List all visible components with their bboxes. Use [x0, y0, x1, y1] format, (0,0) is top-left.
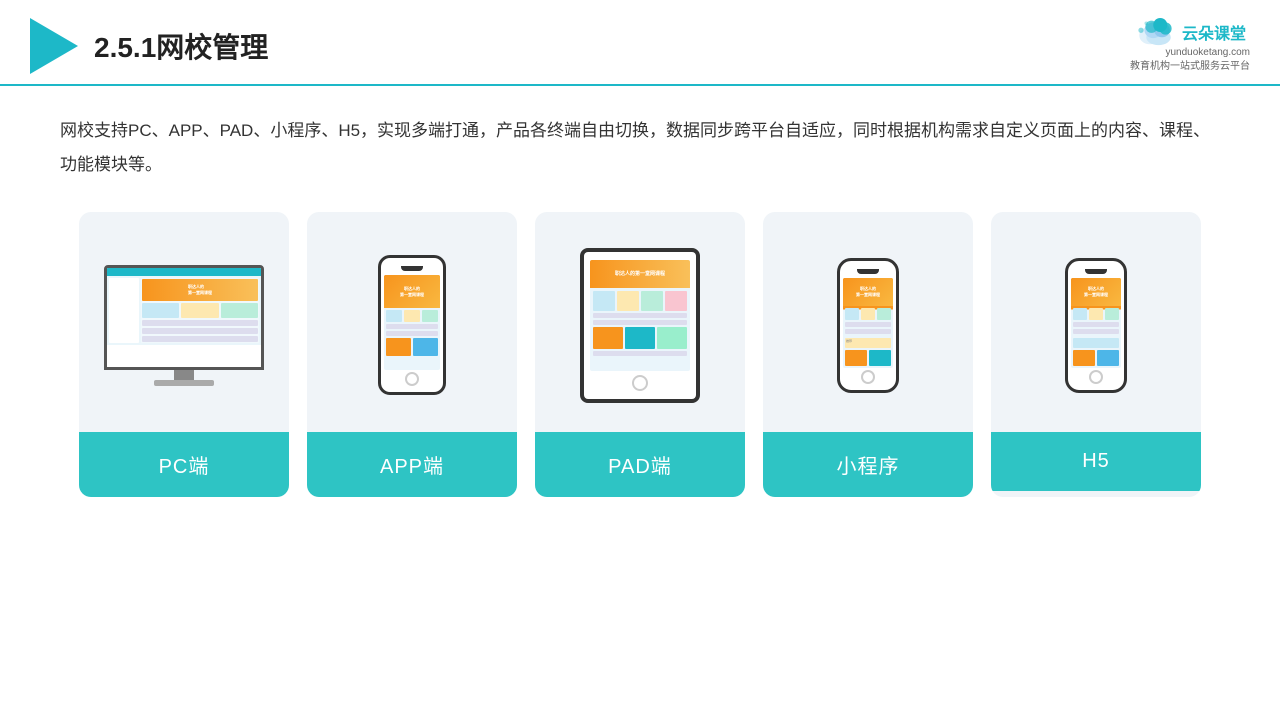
brand-tagline: yunduoketang.com 教育机构一站式服务云平台 — [1130, 46, 1250, 74]
card-miniprogram-image: 职达人的第一堂网课程 推荐 — [763, 212, 973, 432]
card-miniprogram: 职达人的第一堂网课程 推荐 — [763, 212, 973, 497]
card-app: 职达人的第一堂网课程 — [307, 212, 517, 497]
card-app-label: APP端 — [307, 432, 517, 497]
card-h5-image: 职达人的第一堂网课程 — [991, 212, 1201, 432]
logo-triangle-icon — [30, 18, 78, 74]
header: 2.5.1网校管理 云朵课堂 yunduoketang.com 教育机构一站式服… — [0, 0, 1280, 86]
cloud-icon — [1134, 18, 1176, 46]
card-pad-image: 职达人的第一堂网课程 — [535, 212, 745, 432]
card-pad: 职达人的第一堂网课程 — [535, 212, 745, 497]
card-h5: 职达人的第一堂网课程 — [991, 212, 1201, 497]
card-pc: 职达人的第一堂网课程 — [79, 212, 289, 497]
page-title: 2.5.1网校管理 — [94, 26, 268, 66]
platform-cards-row: 职达人的第一堂网课程 — [60, 212, 1220, 497]
description-text: 网校支持PC、APP、PAD、小程序、H5，实现多端打通，产品各终端自由切换，数… — [60, 114, 1220, 182]
phone-device-mock-h5: 职达人的第一堂网课程 — [1065, 258, 1127, 393]
brand-name: 云朵课堂 — [1182, 20, 1246, 44]
card-pad-label: PAD端 — [535, 432, 745, 497]
pc-screen: 职达人的第一堂网课程 — [104, 265, 264, 370]
main-content: 网校支持PC、APP、PAD、小程序、H5，实现多端打通，产品各终端自由切换，数… — [0, 86, 1280, 517]
pc-device-mock: 职达人的第一堂网课程 — [104, 265, 264, 386]
header-left: 2.5.1网校管理 — [30, 18, 268, 74]
card-app-image: 职达人的第一堂网课程 — [307, 212, 517, 432]
brand-logo: 云朵课堂 yunduoketang.com 教育机构一站式服务云平台 — [1130, 18, 1250, 74]
cloud-logo: 云朵课堂 — [1134, 18, 1246, 46]
card-pc-image: 职达人的第一堂网课程 — [79, 212, 289, 432]
card-miniprogram-label: 小程序 — [763, 432, 973, 497]
card-pc-label: PC端 — [79, 432, 289, 497]
phone-device-mock-app: 职达人的第一堂网课程 — [378, 255, 446, 395]
phone-device-mock-mini: 职达人的第一堂网课程 推荐 — [837, 258, 899, 393]
card-h5-label: H5 — [991, 432, 1201, 491]
tablet-device-mock: 职达人的第一堂网课程 — [580, 248, 700, 403]
